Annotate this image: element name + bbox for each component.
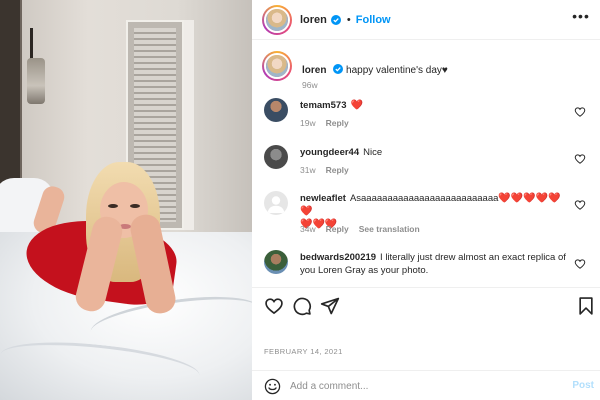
comment-like-heart-icon[interactable] xyxy=(574,106,586,118)
photo-eye xyxy=(130,204,140,208)
comment-text-line: bedwards200219 I literally just drew almo… xyxy=(300,251,572,277)
caption-avatar[interactable] xyxy=(262,51,292,81)
photo-eye xyxy=(108,204,118,208)
verified-badge-icon xyxy=(330,14,341,25)
follow-button[interactable]: Follow xyxy=(356,14,391,26)
more-options-icon[interactable]: ••• xyxy=(570,9,592,30)
caption-username[interactable]: loren xyxy=(302,65,326,76)
post-sidebar: loren • Follow ••• loren happy valentine… xyxy=(252,0,600,400)
comment-emoji: ❤️ xyxy=(350,100,363,111)
reply-button[interactable]: Reply xyxy=(326,165,349,175)
heart-outline-icon[interactable] xyxy=(264,296,284,316)
photo-headboard xyxy=(0,0,20,190)
paper-plane-icon[interactable] xyxy=(320,296,340,316)
comment-meta: 34w Reply See translation xyxy=(300,224,430,234)
comment-meta: 19w Reply xyxy=(300,118,359,128)
post-photo[interactable] xyxy=(0,0,252,400)
bookmark-icon[interactable] xyxy=(576,296,596,316)
post-comment-button[interactable]: Post xyxy=(572,380,594,391)
commenter-avatar[interactable] xyxy=(264,250,288,274)
comment-username[interactable]: youngdeer44 xyxy=(300,147,359,158)
comment-input[interactable] xyxy=(290,377,550,395)
comment-time: 19w xyxy=(300,118,316,128)
photo-door-frame xyxy=(184,20,194,230)
reply-button[interactable]: Reply xyxy=(326,118,349,128)
verified-badge-icon xyxy=(333,64,344,74)
comment-text: Nice xyxy=(363,147,383,158)
comment-like-heart-icon[interactable] xyxy=(574,153,586,165)
commenter-avatar[interactable] xyxy=(264,191,288,215)
caption-text: happy valentine's day xyxy=(346,65,442,76)
comment-text-line: temam573 ❤️ xyxy=(300,99,572,112)
comment-time: 31w xyxy=(300,165,316,175)
post-header: loren • Follow ••• xyxy=(252,0,600,40)
action-bar xyxy=(252,287,600,327)
commenter-avatar[interactable] xyxy=(264,145,288,169)
comment-username[interactable]: temam573 xyxy=(300,100,346,111)
comment-bubble-icon[interactable] xyxy=(292,296,312,316)
caption-heart: ♥ xyxy=(441,65,448,76)
comment-time: 34w xyxy=(300,224,316,234)
author-avatar[interactable] xyxy=(262,4,292,35)
commenter-avatar[interactable] xyxy=(264,98,288,122)
comment-composer: Post xyxy=(252,370,600,400)
post-date: FEBRUARY 14, 2021 xyxy=(264,347,343,356)
reply-button[interactable]: Reply xyxy=(326,224,349,234)
instagram-post: loren • Follow ••• loren happy valentine… xyxy=(0,0,600,400)
header-separator: • xyxy=(346,13,351,26)
comment-like-heart-icon[interactable] xyxy=(574,199,586,211)
caption-timestamp: 96w xyxy=(302,80,318,90)
photo-lamp xyxy=(27,58,45,104)
comments-feed[interactable]: loren happy valentine's day♥ 96w temam57… xyxy=(252,41,600,287)
comment-meta: 31w Reply xyxy=(300,165,359,175)
emoji-icon[interactable] xyxy=(264,378,281,395)
comment-username[interactable]: bedwards200219 xyxy=(300,252,376,263)
comment-text-line: youngdeer44 Nice xyxy=(300,146,572,159)
default-avatar-icon xyxy=(267,196,285,213)
author-username[interactable]: loren xyxy=(300,14,327,26)
see-translation-button[interactable]: See translation xyxy=(359,224,420,234)
comment-username[interactable]: newleaflet xyxy=(300,193,346,204)
comment-text: Asaaaaaaaaaaaaaaaaaaaaaaaaaa xyxy=(349,193,499,204)
comment-like-heart-icon[interactable] xyxy=(574,258,586,270)
caption-text-line: loren happy valentine's day♥ xyxy=(302,64,592,76)
